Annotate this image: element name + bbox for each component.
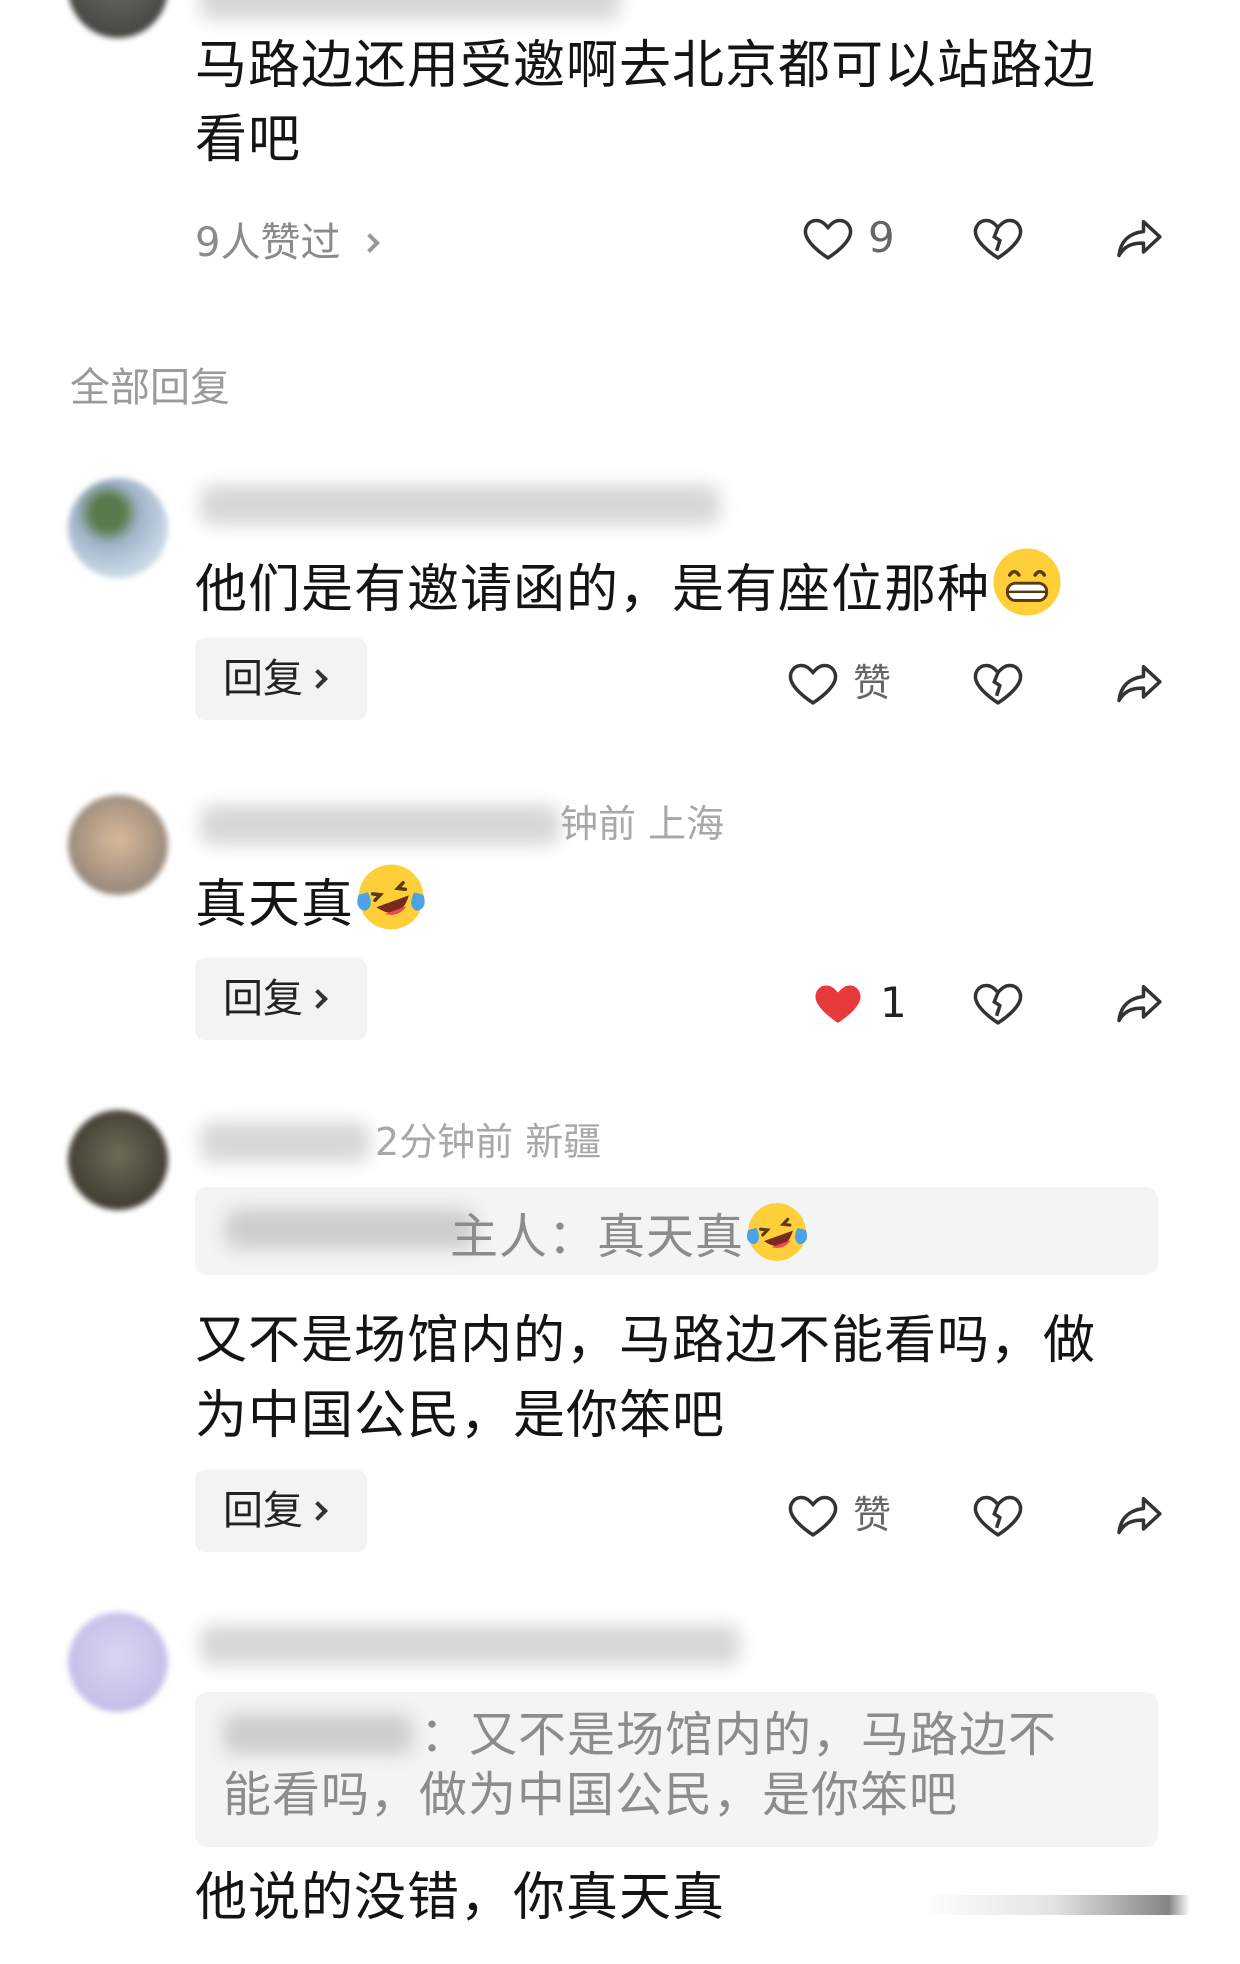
heart-filled-icon[interactable]	[810, 975, 866, 1031]
comment-text-body: 他们是有邀请函的，是有座位那种	[195, 560, 991, 620]
chevron-right-icon	[308, 669, 328, 689]
chevron-right-icon	[308, 989, 328, 1009]
quoted-reply[interactable]: ：又不是场馆内的，马路边不 能看吗，做为中国公民，是你笨吧	[195, 1692, 1158, 1847]
heart-outline-icon[interactable]	[785, 1487, 841, 1543]
reply-button-label: 回复	[223, 976, 303, 1022]
scroll-indicator	[920, 1895, 1190, 1915]
comment-text-body: 真天真	[195, 875, 355, 935]
quoted-text: 主人：真天真	[450, 1199, 810, 1268]
comment-text: 又不是场馆内的，马路边不能看吗，做	[195, 1311, 1097, 1371]
share-icon[interactable]	[1112, 1487, 1168, 1543]
quoted-user-blurred	[225, 1209, 475, 1249]
avatar[interactable]	[68, 478, 168, 578]
share-icon[interactable]	[1112, 655, 1168, 711]
avatar[interactable]	[68, 795, 168, 895]
chevron-right-icon	[308, 1501, 328, 1521]
user-meta-blurred	[200, 1625, 740, 1665]
section-label-all-replies: 全部回复	[70, 365, 230, 411]
broken-heart-icon[interactable]	[970, 975, 1026, 1031]
share-icon[interactable]	[1112, 975, 1168, 1031]
avatar[interactable]	[68, 0, 168, 38]
broken-heart-icon[interactable]	[970, 210, 1026, 266]
like-label: 赞	[853, 1493, 892, 1537]
heart-outline-icon[interactable]	[800, 210, 856, 266]
laughing-crying-emoji	[357, 864, 425, 930]
quoted-reply[interactable]: 主人：真天真	[195, 1187, 1158, 1275]
broken-heart-icon[interactable]	[970, 655, 1026, 711]
reply-button[interactable]: 回复	[195, 958, 367, 1040]
like-label: 赞	[853, 661, 892, 705]
grinning-face-emoji	[993, 548, 1061, 616]
user-meta-blurred	[200, 1122, 370, 1162]
quoted-text: 能看吗，做为中国公民，是你笨吧	[223, 1767, 959, 1823]
quoted-user-blurred	[223, 1714, 413, 1754]
quoted-text: ：又不是场馆内的，马路边不	[420, 1707, 1058, 1763]
share-icon[interactable]	[1112, 210, 1168, 266]
user-meta-blurred	[200, 485, 720, 525]
comment-text: 真天真	[195, 860, 428, 941]
timestamp-location: 2分钟前 新疆	[375, 1120, 602, 1164]
like-count: 1	[880, 978, 907, 1027]
chevron-right-icon	[360, 233, 381, 253]
broken-heart-icon[interactable]	[970, 1487, 1026, 1543]
reply-button-label: 回复	[223, 656, 303, 702]
likers-link[interactable]: 9人赞过	[195, 210, 381, 268]
like-count: 9	[868, 213, 895, 262]
timestamp-location: 钟前 上海	[560, 802, 725, 846]
avatar[interactable]	[68, 1612, 168, 1712]
comment-text: 他们是有邀请函的，是有座位那种	[195, 545, 1064, 626]
user-meta-blurred	[200, 805, 560, 845]
comment-text: 看吧	[195, 110, 302, 170]
comment-text: 马路边还用受邀啊去北京都可以站路边	[195, 36, 1097, 96]
comment-text: 为中国公民，是你笨吧	[195, 1386, 726, 1446]
avatar[interactable]	[68, 1110, 168, 1210]
reply-button[interactable]: 回复	[195, 638, 367, 720]
laughing-crying-emoji	[746, 1203, 808, 1261]
reply-button-label: 回复	[223, 1488, 303, 1534]
likers-label: 9人赞过	[195, 220, 341, 266]
user-meta-blurred	[200, 0, 620, 20]
comment-text: 他说的没错，你真天真	[195, 1868, 726, 1928]
heart-outline-icon[interactable]	[785, 655, 841, 711]
reply-button[interactable]: 回复	[195, 1470, 367, 1552]
quoted-text-body: 主人：真天真	[450, 1209, 745, 1265]
